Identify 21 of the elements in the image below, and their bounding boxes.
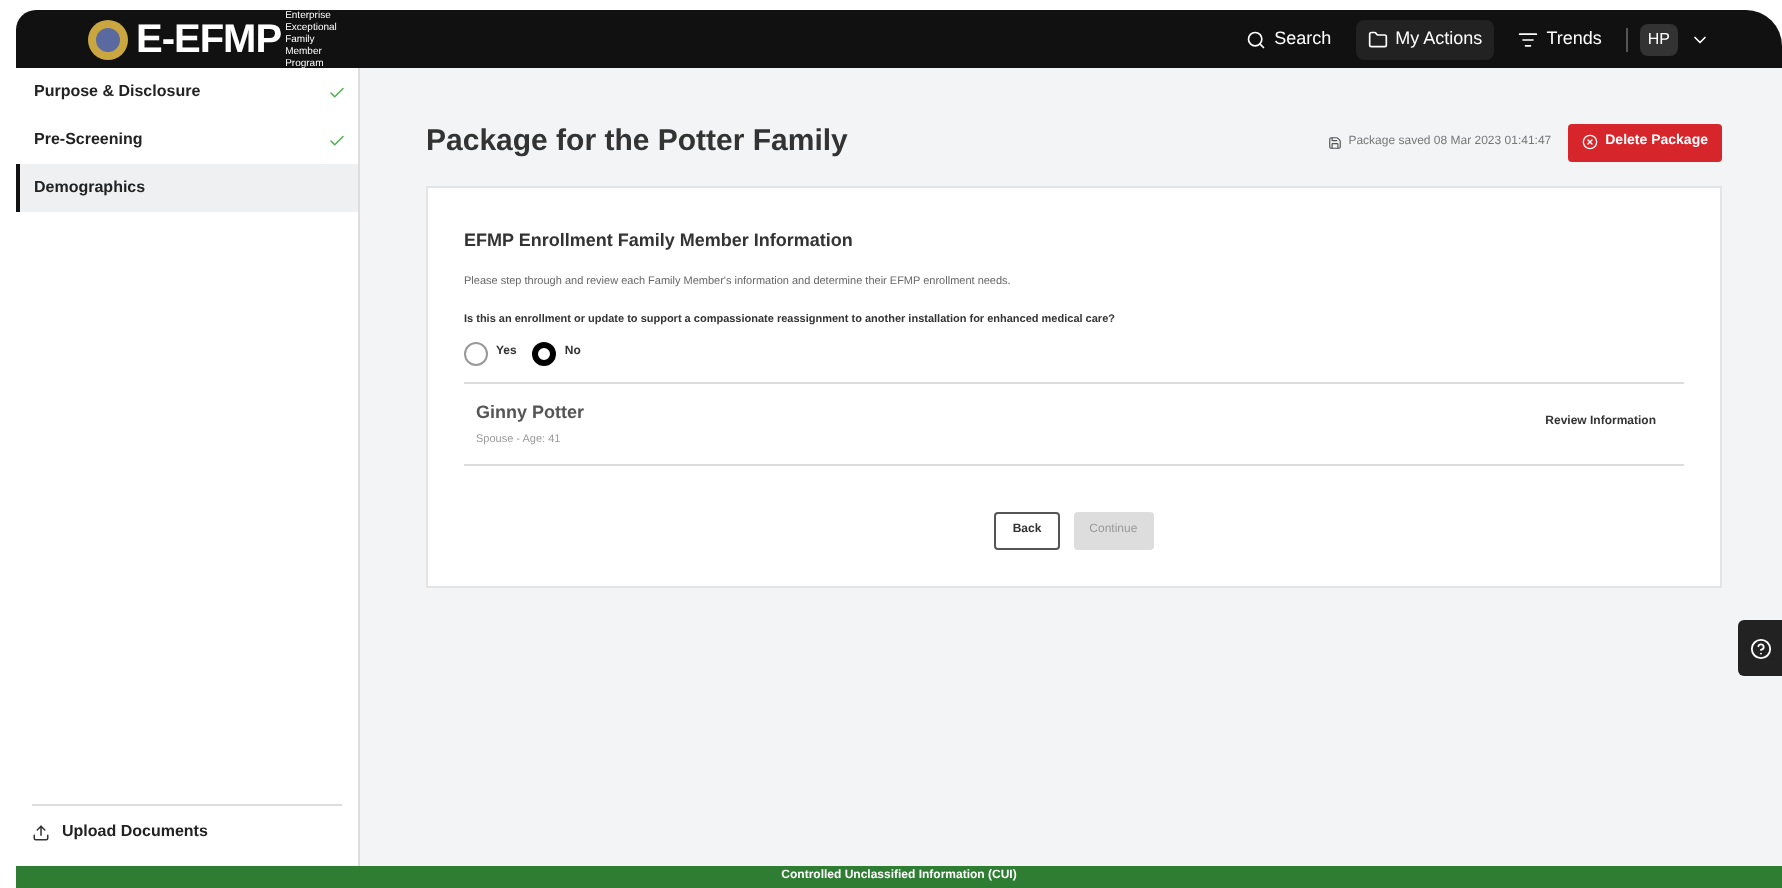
member-name: Ginny Potter <box>476 399 585 426</box>
nav-button[interactable]: Search <box>1234 19 1344 59</box>
save-icon <box>1328 135 1343 150</box>
help-button[interactable] <box>1738 620 1782 676</box>
close-circle-icon <box>1581 134 1598 151</box>
list-icon <box>1518 29 1539 49</box>
folder-icon <box>1367 29 1388 49</box>
seal-icon <box>88 19 128 59</box>
page-title: Package for the Potter Family <box>426 122 848 162</box>
user-avatar[interactable]: HP <box>1639 23 1678 55</box>
sidebar-item[interactable]: Purpose & Disclosure <box>16 68 358 116</box>
search-icon <box>1246 29 1267 49</box>
upload-link[interactable]: Upload Documents <box>62 820 208 844</box>
upload-icon <box>32 823 50 841</box>
sidebar-item[interactable]: Demographics <box>16 164 358 212</box>
brand-name: E-EFMP <box>136 19 282 59</box>
card-title: EFMP Enrollment Family Member Information <box>464 227 855 254</box>
help-icon <box>1749 637 1771 659</box>
nav-button[interactable]: My Actions <box>1355 19 1495 59</box>
nav-button[interactable]: Trends <box>1506 19 1614 59</box>
sidebar-item[interactable]: Pre-Screening <box>16 116 358 164</box>
